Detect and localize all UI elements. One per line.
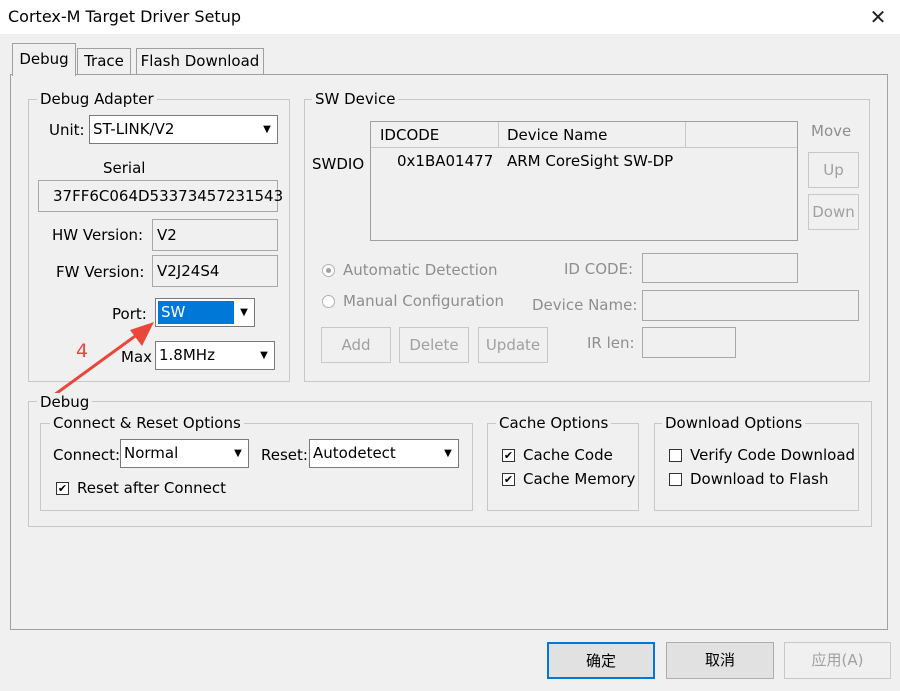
row-device-name: ARM CoreSight SW-DP (507, 152, 674, 170)
tab-debug[interactable]: Debug (12, 43, 76, 76)
move-up-button[interactable]: Up (808, 152, 859, 188)
chevron-down-icon: ▼ (260, 350, 268, 361)
id-code-field[interactable] (642, 253, 798, 283)
download-options-group (654, 423, 859, 511)
connect-value: Normal (124, 444, 179, 462)
reset-after-connect-label: Reset after Connect (77, 479, 226, 497)
chevron-down-icon: ▼ (234, 448, 242, 459)
cache-memory-label: Cache Memory (523, 470, 636, 488)
tab-flash-download[interactable]: Flash Download (136, 48, 264, 75)
cancel-button[interactable]: 取消 (666, 642, 774, 679)
reset-after-connect-checkbox[interactable]: ✔ (56, 482, 69, 495)
unit-select[interactable]: ST-LINK/V2 ▼ (89, 115, 278, 144)
sw-device-title: SW Device (312, 90, 399, 108)
chevron-down-icon: ▼ (240, 307, 248, 318)
serial-field: 37FF6C064D53373457231543 (38, 180, 283, 212)
connect-reset-title: Connect & Reset Options (50, 414, 244, 432)
verify-code-download-label: Verify Code Download (690, 446, 856, 464)
title-bar: Cortex-M Target Driver Setup ✕ (0, 0, 900, 34)
serial-label: Serial (103, 159, 146, 177)
hw-version-label: HW Version: (52, 226, 144, 244)
download-options-title: Download Options (662, 414, 806, 432)
download-to-flash-checkbox[interactable] (669, 473, 682, 486)
delete-button[interactable]: Delete (399, 327, 469, 363)
cache-code-label: Cache Code (523, 446, 613, 464)
column-divider (498, 122, 499, 147)
cache-memory-checkbox[interactable]: ✔ (502, 473, 515, 486)
debug-group-title: Debug (37, 393, 93, 411)
unit-label: Unit: (49, 121, 85, 139)
chevron-down-icon: ▼ (444, 448, 452, 459)
max-clock-select[interactable]: 1.8MHz ▼ (155, 341, 275, 370)
hw-version-field: V2 (152, 219, 278, 251)
ok-button[interactable]: 确定 (547, 642, 655, 679)
cache-options-title: Cache Options (496, 414, 612, 432)
download-to-flash-label: Download to Flash (690, 470, 829, 488)
table-row[interactable]: 0x1BA01477 ARM CoreSight SW-DP (371, 148, 797, 172)
apply-button[interactable]: 应用(A) (784, 642, 891, 679)
column-divider (685, 122, 686, 147)
cache-options-group (487, 423, 639, 511)
manual-configuration-radio[interactable] (322, 295, 335, 308)
cache-code-checkbox[interactable]: ✔ (502, 449, 515, 462)
verify-code-download-checkbox[interactable] (669, 449, 682, 462)
swdio-label: SWDIO (312, 155, 365, 173)
move-label: Move (811, 122, 852, 140)
unit-value: ST-LINK/V2 (93, 120, 175, 138)
device-name-field[interactable] (642, 290, 859, 321)
update-button[interactable]: Update (478, 327, 548, 363)
connect-label: Connect: (53, 446, 121, 464)
id-code-label: ID CODE: (564, 260, 634, 278)
fw-version-label: FW Version: (56, 263, 145, 281)
window-title: Cortex-M Target Driver Setup (8, 7, 241, 26)
reset-value: Autodetect (313, 444, 396, 462)
automatic-detection-radio[interactable] (322, 264, 335, 277)
connect-select[interactable]: Normal ▼ (120, 439, 249, 468)
reset-label: Reset: (261, 446, 308, 464)
sw-device-table[interactable]: IDCODE Device Name 0x1BA01477 ARM CoreSi… (370, 121, 798, 241)
automatic-detection-label: Automatic Detection (343, 261, 498, 279)
ir-len-label: IR len: (587, 334, 635, 352)
column-header-idcode[interactable]: IDCODE (380, 126, 439, 144)
move-down-button[interactable]: Down (808, 194, 859, 230)
ir-len-field[interactable] (642, 327, 736, 358)
device-name-label: Device Name: (532, 296, 638, 314)
debug-adapter-title: Debug Adapter (37, 90, 157, 108)
add-button[interactable]: Add (321, 327, 391, 363)
fw-version-field: V2J24S4 (152, 255, 278, 287)
tab-trace[interactable]: Trace (77, 48, 131, 75)
close-icon[interactable]: ✕ (866, 5, 890, 29)
column-header-device-name[interactable]: Device Name (507, 126, 607, 144)
manual-configuration-label: Manual Configuration (343, 292, 505, 310)
chevron-down-icon: ▼ (263, 124, 271, 135)
reset-select[interactable]: Autodetect ▼ (309, 439, 459, 468)
port-select[interactable]: SW ▼ (155, 298, 255, 327)
row-idcode: 0x1BA01477 (397, 152, 494, 170)
